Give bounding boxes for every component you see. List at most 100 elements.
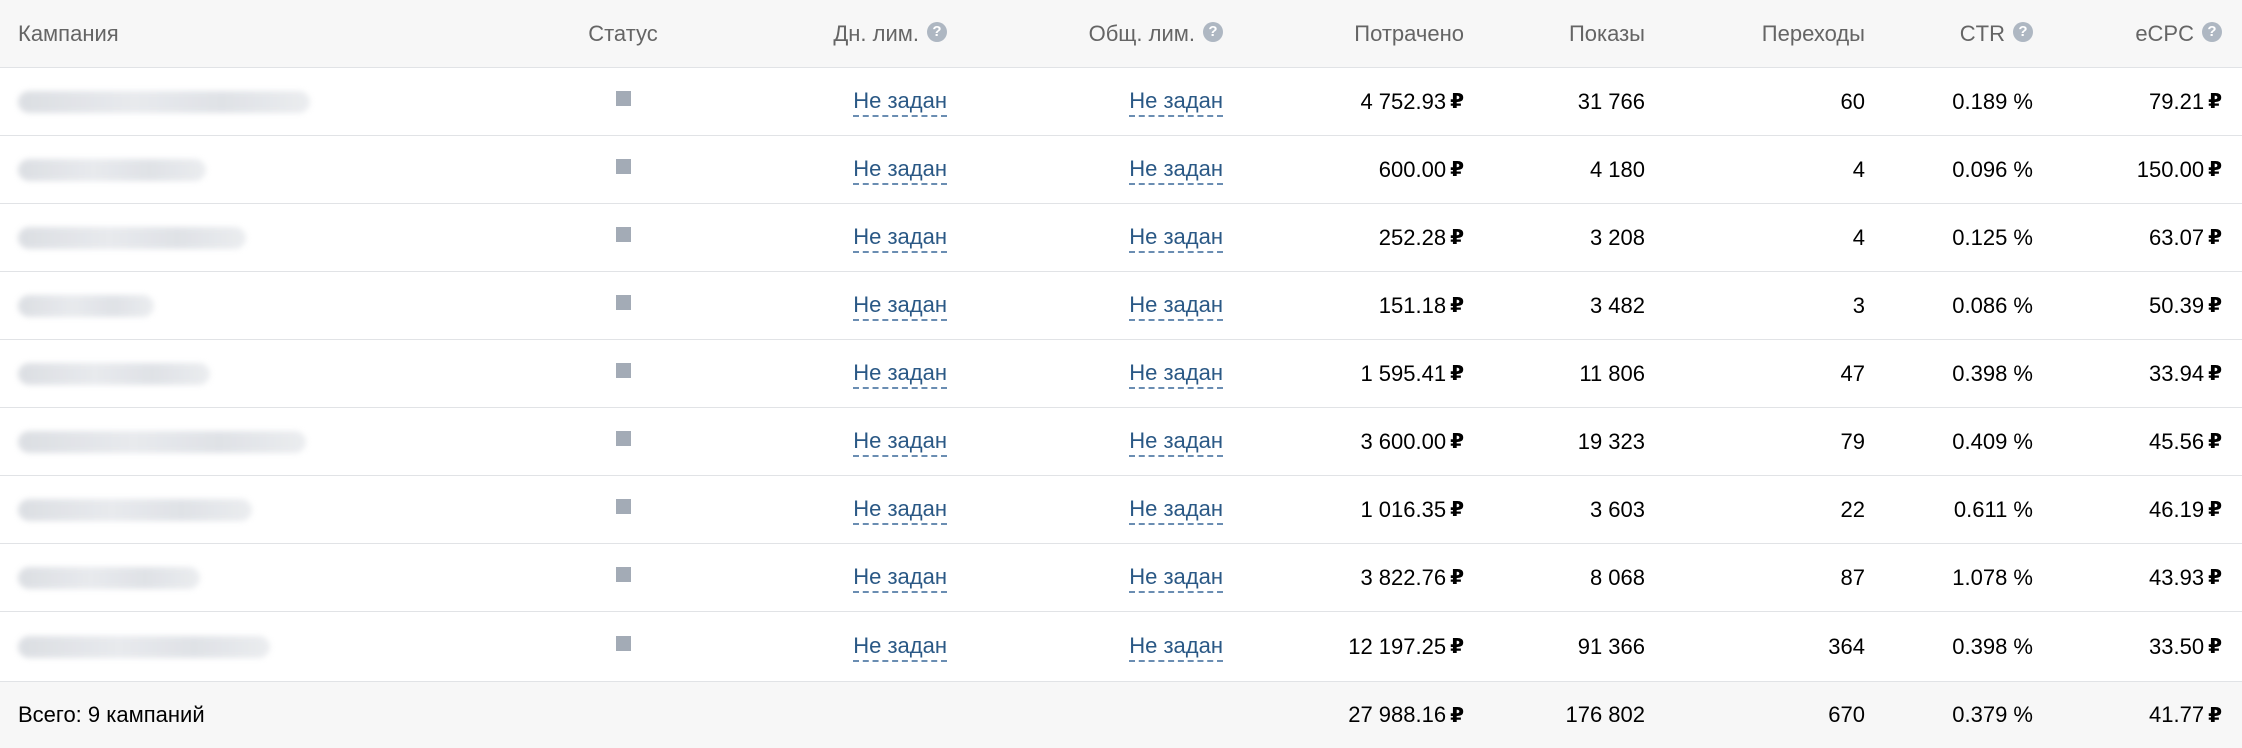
- blurred-campaign-name[interactable]: [18, 498, 252, 521]
- header-campaign[interactable]: Кампания: [18, 0, 518, 67]
- day-limit-link[interactable]: Не задан: [853, 633, 947, 662]
- stopped-square-icon[interactable]: [615, 499, 631, 514]
- ecpc-cell: 33.94 ₽: [2040, 340, 2222, 407]
- day-limit-cell: Не задан: [700, 68, 947, 135]
- header-views[interactable]: Показы: [1480, 0, 1645, 67]
- table-header: Кампания Статус Дн. лим. ? Общ. лим. ? П…: [0, 0, 2242, 68]
- day-limit-link[interactable]: Не задан: [853, 88, 947, 117]
- day-limit-link[interactable]: Не задан: [853, 292, 947, 321]
- table-row[interactable]: Не задан Не задан 1 016.35 ₽ 3 603 22 0.6…: [0, 476, 2242, 544]
- ruble-sign: ₽: [1450, 499, 1464, 521]
- stopped-square-icon[interactable]: [615, 636, 631, 651]
- status-cell[interactable]: [575, 612, 671, 681]
- blurred-campaign-name[interactable]: [18, 635, 270, 658]
- ruble-sign: ₽: [2208, 91, 2222, 113]
- day-limit-link[interactable]: Не задан: [853, 224, 947, 253]
- help-icon[interactable]: ?: [927, 21, 947, 42]
- ctr-cell: 1.078 %: [1880, 544, 2033, 611]
- day-limit-link[interactable]: Не задан: [853, 428, 947, 457]
- campaign-name[interactable]: [18, 408, 518, 475]
- status-cell[interactable]: [575, 68, 671, 135]
- campaign-name[interactable]: [18, 68, 518, 135]
- header-ecpc[interactable]: eCPC ?: [2040, 0, 2222, 67]
- header-clicks[interactable]: Переходы: [1660, 0, 1865, 67]
- day-limit-link[interactable]: Не задан: [853, 156, 947, 185]
- table-row[interactable]: Не задан Не задан 3 600.00 ₽ 19 323 79 0.…: [0, 408, 2242, 476]
- ruble-sign: ₽: [1450, 431, 1464, 453]
- status-cell[interactable]: [575, 340, 671, 407]
- status-cell[interactable]: [575, 136, 671, 203]
- spent-value: 600.00: [1378, 156, 1447, 182]
- table-row[interactable]: Не задан Не задан 4 752.93 ₽ 31 766 60 0.…: [0, 68, 2242, 136]
- ruble-sign: ₽: [1450, 636, 1464, 658]
- stopped-square-icon[interactable]: [615, 91, 631, 106]
- blurred-campaign-name[interactable]: [18, 158, 206, 181]
- blurred-campaign-name[interactable]: [18, 566, 200, 589]
- total-limit-link[interactable]: Не задан: [1129, 292, 1223, 321]
- total-limit-link[interactable]: Не задан: [1129, 360, 1223, 389]
- total-limit-link[interactable]: Не задан: [1129, 633, 1223, 662]
- table-row[interactable]: Не задан Не задан 252.28 ₽ 3 208 4 0.125 …: [0, 204, 2242, 272]
- ruble-sign: ₽: [1450, 159, 1464, 181]
- views-cell: 11 806: [1480, 340, 1645, 407]
- clicks-cell: 47: [1660, 340, 1865, 407]
- stopped-square-icon[interactable]: [615, 295, 631, 310]
- help-icon[interactable]: ?: [1203, 21, 1223, 42]
- spent-value: 252.28: [1378, 224, 1447, 250]
- blurred-campaign-name[interactable]: [18, 226, 246, 249]
- day-limit-cell: Не задан: [700, 476, 947, 543]
- blurred-campaign-name[interactable]: [18, 90, 310, 113]
- table-row[interactable]: Не задан Не задан 12 197.25 ₽ 91 366 364 …: [0, 612, 2242, 682]
- ctr-value: 0.398 %: [1952, 360, 2033, 386]
- help-icon[interactable]: ?: [2202, 21, 2222, 42]
- table-row[interactable]: Не задан Не задан 151.18 ₽ 3 482 3 0.086 …: [0, 272, 2242, 340]
- total-limit-link[interactable]: Не задан: [1129, 88, 1223, 117]
- campaign-name[interactable]: [18, 340, 518, 407]
- blurred-campaign-name[interactable]: [18, 294, 154, 317]
- total-limit-cell: Не задан: [960, 476, 1223, 543]
- status-cell[interactable]: [575, 476, 671, 543]
- status-cell[interactable]: [575, 408, 671, 475]
- totals-ecpc-value: 41.77: [2149, 702, 2205, 727]
- help-icon[interactable]: ?: [2013, 21, 2033, 42]
- stopped-square-icon[interactable]: [615, 567, 631, 582]
- ecpc-value: 50.39: [2149, 292, 2205, 318]
- status-cell[interactable]: [575, 272, 671, 339]
- stopped-square-icon[interactable]: [615, 159, 631, 174]
- status-cell[interactable]: [575, 204, 671, 271]
- campaign-name[interactable]: [18, 136, 518, 203]
- clicks-value: 60: [1840, 88, 1865, 114]
- header-day-limit[interactable]: Дн. лим. ?: [700, 0, 947, 67]
- total-limit-link[interactable]: Не задан: [1129, 496, 1223, 525]
- stopped-square-icon[interactable]: [615, 363, 631, 378]
- total-limit-link[interactable]: Не задан: [1129, 564, 1223, 593]
- total-limit-link[interactable]: Не задан: [1129, 428, 1223, 457]
- header-status[interactable]: Статус: [575, 0, 671, 67]
- stopped-square-icon[interactable]: [615, 227, 631, 242]
- day-limit-link[interactable]: Не задан: [853, 360, 947, 389]
- campaign-name[interactable]: [18, 204, 518, 271]
- stopped-square-icon[interactable]: [615, 431, 631, 446]
- ecpc-value: 33.94: [2149, 360, 2205, 386]
- campaign-name[interactable]: [18, 272, 518, 339]
- header-spent[interactable]: Потрачено: [1240, 0, 1464, 67]
- header-views-label: Показы: [1568, 20, 1645, 46]
- total-limit-link[interactable]: Не задан: [1129, 224, 1223, 253]
- header-total-limit[interactable]: Общ. лим. ?: [960, 0, 1223, 67]
- campaign-name[interactable]: [18, 476, 518, 543]
- ruble-sign: ₽: [1450, 704, 1464, 727]
- day-limit-link[interactable]: Не задан: [853, 564, 947, 593]
- campaign-name[interactable]: [18, 544, 518, 611]
- views-cell: 3 603: [1480, 476, 1645, 543]
- blurred-campaign-name[interactable]: [18, 430, 306, 453]
- ecpc-cell: 43.93 ₽: [2040, 544, 2222, 611]
- day-limit-link[interactable]: Не задан: [853, 496, 947, 525]
- campaign-name[interactable]: [18, 612, 518, 681]
- status-cell[interactable]: [575, 544, 671, 611]
- header-ctr[interactable]: CTR ?: [1880, 0, 2033, 67]
- table-row[interactable]: Не задан Не задан 600.00 ₽ 4 180 4 0.096 …: [0, 136, 2242, 204]
- table-row[interactable]: Не задан Не задан 3 822.76 ₽ 8 068 87 1.0…: [0, 544, 2242, 612]
- total-limit-link[interactable]: Не задан: [1129, 156, 1223, 185]
- blurred-campaign-name[interactable]: [18, 362, 210, 385]
- table-row[interactable]: Не задан Не задан 1 595.41 ₽ 11 806 47 0.…: [0, 340, 2242, 408]
